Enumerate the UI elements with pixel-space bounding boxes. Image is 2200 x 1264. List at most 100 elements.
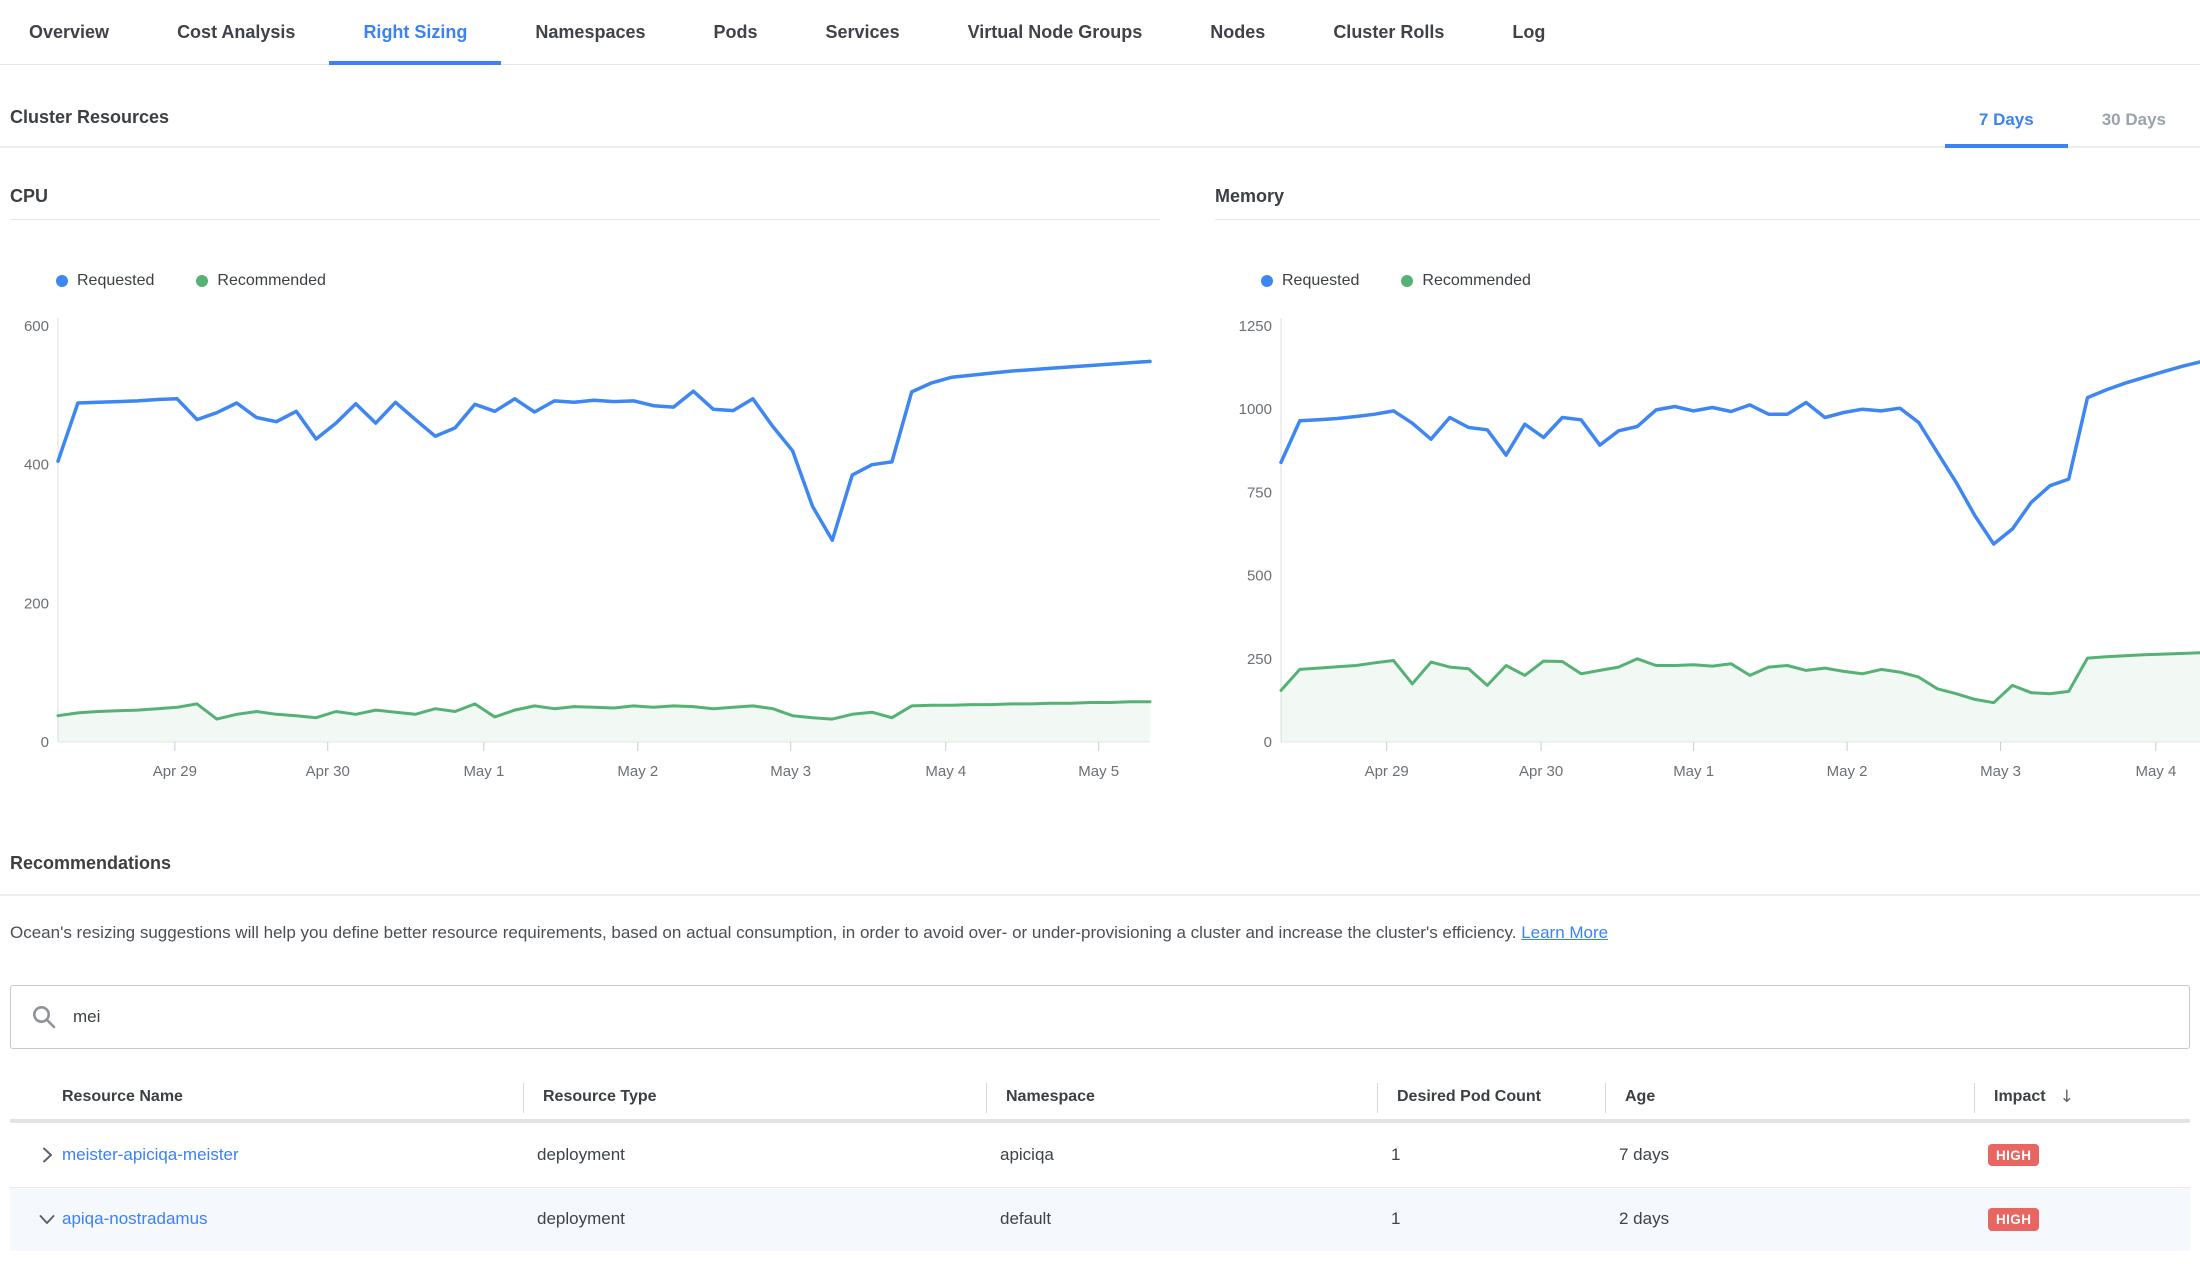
resource-name-cell: meister-apiciqa-meister xyxy=(62,1145,523,1165)
cluster-resources-header: Cluster Resources 7 Days 30 Days xyxy=(0,107,2200,148)
tab-virtual-node-groups[interactable]: Virtual Node Groups xyxy=(934,0,1177,64)
requested-dot-icon xyxy=(1261,275,1273,287)
legend-label-recommended: Recommended xyxy=(217,272,326,290)
recommended-dot-icon xyxy=(1401,275,1413,287)
tab-namespaces[interactable]: Namespaces xyxy=(501,0,679,64)
svg-text:400: 400 xyxy=(24,457,49,474)
tab-log[interactable]: Log xyxy=(1478,0,1579,64)
svg-text:May 2: May 2 xyxy=(1827,763,1868,780)
svg-text:Apr 29: Apr 29 xyxy=(153,763,197,780)
recommendations-table: Resource Name Resource Type Namespace De… xyxy=(10,1075,2190,1251)
impact-header-label: Impact xyxy=(1994,1088,2046,1106)
column-header-age[interactable]: Age xyxy=(1605,1075,1974,1119)
svg-text:May 3: May 3 xyxy=(1980,763,2021,780)
memory-chart-title: Memory xyxy=(1215,186,2200,220)
recommendations-description-text: Ocean's resizing suggestions will help y… xyxy=(10,923,1516,942)
age-cell: 2 days xyxy=(1605,1209,1974,1229)
svg-text:May 3: May 3 xyxy=(770,763,811,780)
column-header-desired-pod-count[interactable]: Desired Pod Count xyxy=(1377,1075,1605,1119)
column-header-impact[interactable]: Impact ↓ xyxy=(1974,1075,2190,1119)
svg-text:May 1: May 1 xyxy=(1673,763,1714,780)
impact-badge: HIGH xyxy=(1988,1208,2039,1231)
cluster-resources-title: Cluster Resources xyxy=(0,107,169,146)
svg-text:Apr 29: Apr 29 xyxy=(1365,763,1409,780)
desired-pod-count-cell: 1 xyxy=(1377,1145,1605,1165)
svg-text:May 4: May 4 xyxy=(925,763,966,780)
time-range-toggle: 7 Days 30 Days xyxy=(1945,110,2200,146)
svg-text:600: 600 xyxy=(24,318,49,335)
impact-cell: HIGH xyxy=(1974,1144,2190,1167)
svg-text:May 5: May 5 xyxy=(1078,763,1119,780)
svg-text:1000: 1000 xyxy=(1239,401,1272,418)
legend-item-recommended: Recommended xyxy=(1401,272,1531,290)
column-header-namespace[interactable]: Namespace xyxy=(986,1075,1377,1119)
cpu-chart-title: CPU xyxy=(10,186,1160,220)
search-input[interactable] xyxy=(71,1006,2169,1028)
search-box xyxy=(10,985,2190,1049)
table-row: meister-apiciqa-meister deploymentapiciqa… xyxy=(10,1123,2190,1187)
chevron-right-icon xyxy=(36,1144,58,1166)
search-icon xyxy=(31,1004,57,1030)
svg-text:Apr 30: Apr 30 xyxy=(306,763,350,780)
resource-type-cell: deployment xyxy=(523,1145,986,1165)
requested-dot-icon xyxy=(56,275,68,287)
tab-pods[interactable]: Pods xyxy=(680,0,792,64)
recommended-dot-icon xyxy=(196,275,208,287)
resource-type-cell: deployment xyxy=(523,1209,986,1229)
learn-more-link[interactable]: Learn More xyxy=(1521,923,1608,942)
cpu-line-chart: 0 200 400 600 Apr 29 Apr 30 May 1 May 2 May 3 May… xyxy=(10,304,1160,789)
svg-text:0: 0 xyxy=(41,734,49,751)
memory-chart-panel: Memory Requested Recommended 0 250 500 750 1… xyxy=(1215,186,2200,789)
memory-chart-legend: Requested Recommended xyxy=(1215,272,2200,290)
top-tab-bar: OverviewCost AnalysisRight SizingNamespa… xyxy=(0,0,2200,65)
recommendations-description: Ocean's resizing suggestions will help y… xyxy=(10,922,2190,945)
legend-item-requested: Requested xyxy=(56,272,154,290)
column-header-resource-name[interactable]: Resource Name xyxy=(10,1075,523,1119)
chevron-down-icon xyxy=(36,1208,58,1230)
recommendations-title: Recommendations xyxy=(0,853,171,894)
resource-name-link[interactable]: meister-apiciqa-meister xyxy=(62,1145,239,1164)
svg-text:250: 250 xyxy=(1247,651,1272,668)
legend-item-requested: Requested xyxy=(1261,272,1359,290)
cpu-chart-legend: Requested Recommended xyxy=(10,272,1160,290)
table-header-row: Resource Name Resource Type Namespace De… xyxy=(10,1075,2190,1123)
range-30-days[interactable]: 30 Days xyxy=(2068,110,2200,146)
charts-row: CPU Requested Recommended 0 200 400 600 Apr … xyxy=(0,148,2200,789)
svg-text:Apr 30: Apr 30 xyxy=(1519,763,1563,780)
sort-desc-arrow-icon: ↓ xyxy=(2060,1087,2074,1107)
row-expand-toggle[interactable] xyxy=(10,1144,62,1166)
impact-badge: HIGH xyxy=(1988,1144,2039,1167)
svg-text:May 2: May 2 xyxy=(617,763,658,780)
svg-text:0: 0 xyxy=(1264,734,1272,751)
svg-text:200: 200 xyxy=(24,595,49,612)
tab-cost-analysis[interactable]: Cost Analysis xyxy=(143,0,329,64)
tab-right-sizing[interactable]: Right Sizing xyxy=(329,0,501,64)
row-expand-toggle[interactable] xyxy=(10,1208,62,1230)
tab-services[interactable]: Services xyxy=(792,0,934,64)
tab-overview[interactable]: Overview xyxy=(0,0,143,64)
legend-label-requested: Requested xyxy=(77,272,154,290)
recommendations-header: Recommendations xyxy=(0,853,2200,896)
column-header-resource-type[interactable]: Resource Type xyxy=(523,1075,986,1119)
legend-item-recommended: Recommended xyxy=(196,272,326,290)
resource-name-link[interactable]: apiqa-nostradamus xyxy=(62,1209,208,1228)
svg-text:500: 500 xyxy=(1247,568,1272,585)
cpu-chart-panel: CPU Requested Recommended 0 200 400 600 Apr … xyxy=(10,186,1160,789)
impact-cell: HIGH xyxy=(1974,1208,2190,1231)
range-7-days[interactable]: 7 Days xyxy=(1945,110,2068,146)
svg-text:1250: 1250 xyxy=(1239,318,1272,335)
memory-line-chart: 0 250 500 750 1000 1250 Apr 29 Apr 30 May 1 May 2… xyxy=(1215,304,2200,789)
legend-label-recommended: Recommended xyxy=(1422,272,1531,290)
legend-label-requested: Requested xyxy=(1282,272,1359,290)
tab-nodes[interactable]: Nodes xyxy=(1176,0,1299,64)
namespace-cell: apiciqa xyxy=(986,1145,1377,1165)
svg-text:May 1: May 1 xyxy=(463,763,504,780)
tab-cluster-rolls[interactable]: Cluster Rolls xyxy=(1299,0,1478,64)
resource-name-cell: apiqa-nostradamus xyxy=(62,1209,523,1229)
table-body: meister-apiciqa-meisterdeploymentapiciqa… xyxy=(10,1123,2190,1251)
table-row: apiqa-nostradamus deploymentdefault12 day… xyxy=(10,1187,2190,1251)
desired-pod-count-cell: 1 xyxy=(1377,1209,1605,1229)
age-cell: 7 days xyxy=(1605,1145,1974,1165)
svg-text:750: 750 xyxy=(1247,484,1272,501)
namespace-cell: default xyxy=(986,1209,1377,1229)
